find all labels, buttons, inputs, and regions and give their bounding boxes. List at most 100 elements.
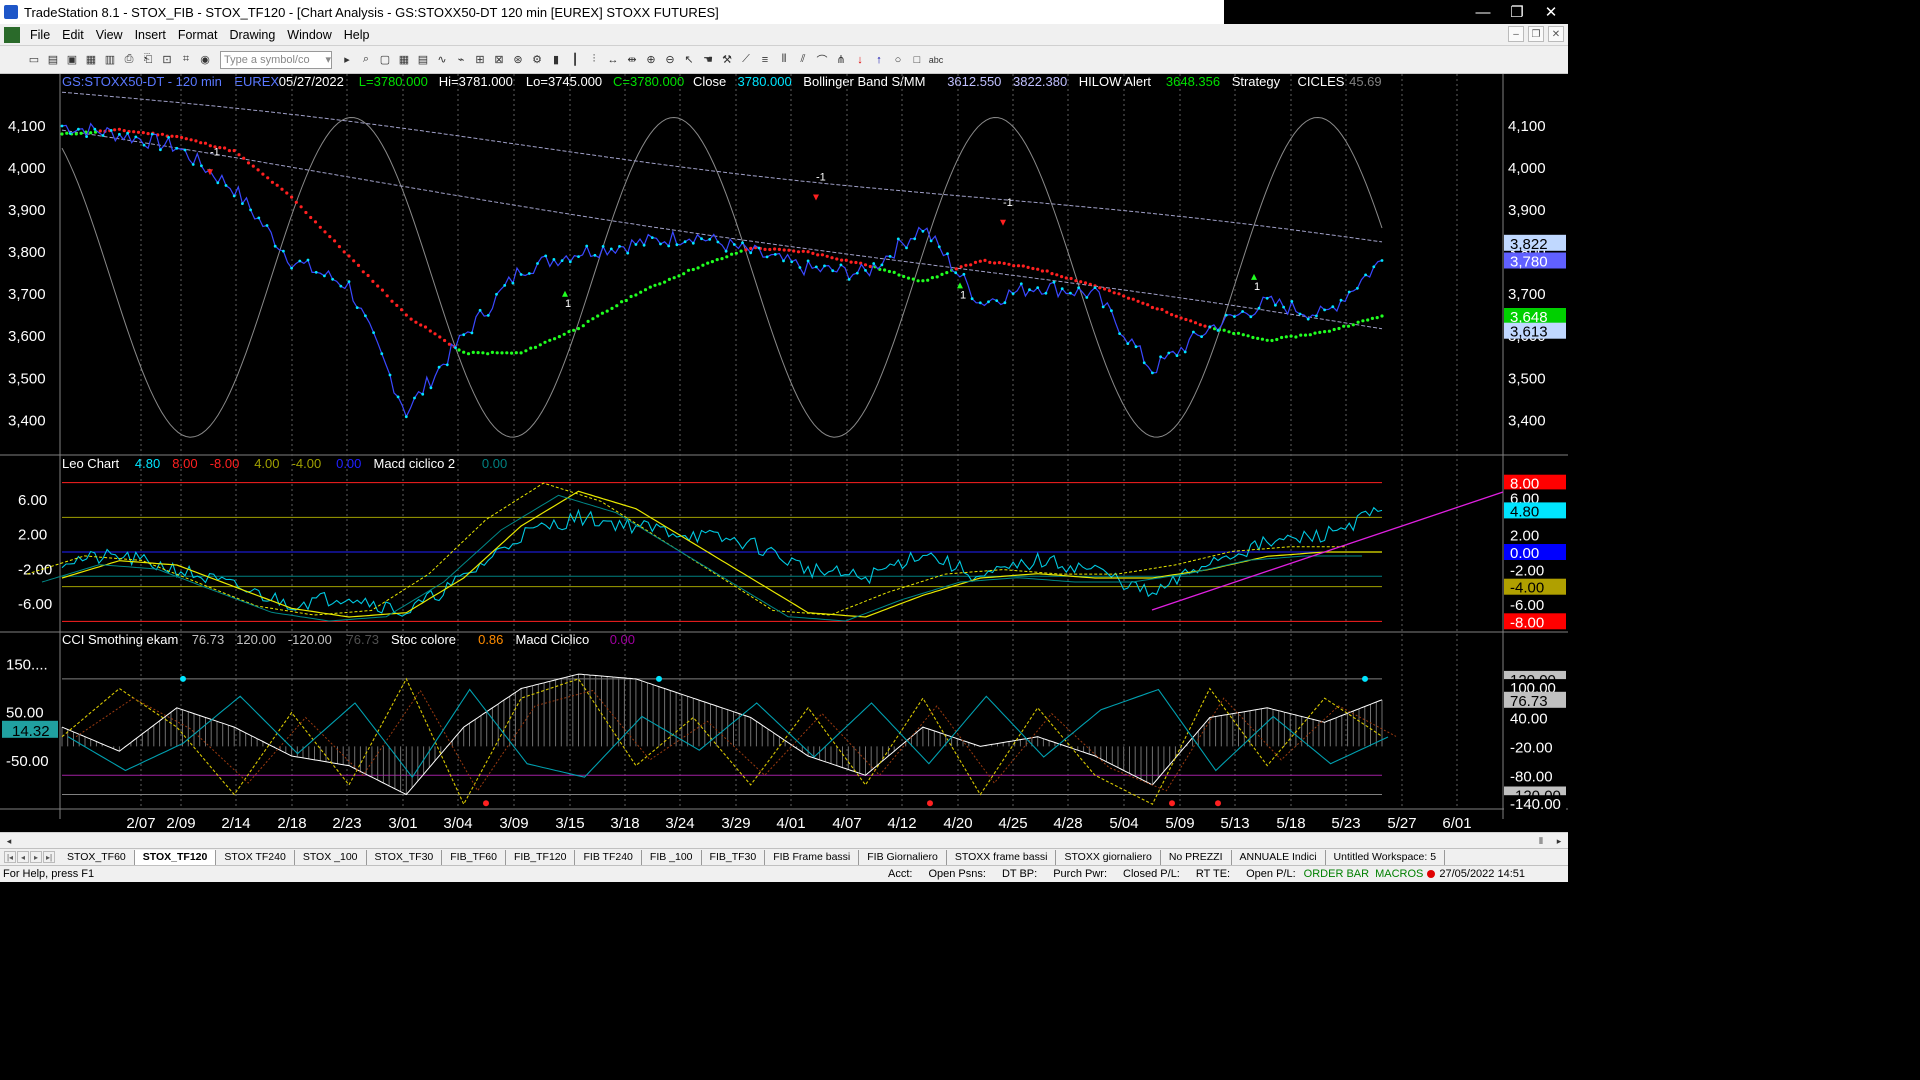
- rectangle-icon[interactable]: □: [909, 52, 925, 68]
- save-icon[interactable]: ▣: [64, 52, 80, 68]
- menu-drawing[interactable]: Drawing: [223, 28, 281, 42]
- wave-icon[interactable]: ∿: [434, 52, 450, 68]
- close-button[interactable]: ✕: [1534, 0, 1568, 24]
- zoom-out-icon[interactable]: ⊖: [662, 52, 678, 68]
- menu-window[interactable]: Window: [281, 28, 337, 42]
- macros-button[interactable]: MACROS: [1375, 868, 1423, 880]
- find-icon[interactable]: ⌕: [358, 52, 374, 68]
- horizontal-scrollbar[interactable]: ◂ ⦀ ▸: [0, 832, 1568, 848]
- tab-fib-tf120[interactable]: FIB_TF120: [506, 849, 576, 865]
- hilow-dot: [194, 139, 198, 143]
- expand-icon[interactable]: ↔: [605, 52, 621, 68]
- color-icon[interactable]: ◉: [197, 52, 213, 68]
- tab-fib-100[interactable]: FIB _100: [642, 849, 702, 865]
- minimize-button[interactable]: —: [1466, 0, 1500, 24]
- channel-icon[interactable]: ⫽: [795, 52, 811, 68]
- doc-minimize-button[interactable]: –: [1508, 26, 1524, 42]
- text-icon[interactable]: abc: [928, 52, 944, 68]
- scroll-left-icon[interactable]: ◂: [2, 834, 16, 848]
- tab-untitled-workspace[interactable]: Untitled Workspace: 5: [1326, 849, 1446, 865]
- tab-no-prezzi[interactable]: No PREZZI: [1161, 849, 1232, 865]
- save-all-icon[interactable]: ▦: [83, 52, 99, 68]
- open-icon[interactable]: ▤: [45, 52, 61, 68]
- arrow-up-icon[interactable]: ↑: [871, 52, 887, 68]
- scroll-grip-icon[interactable]: ⦀: [1534, 834, 1548, 848]
- tab-fib-frame-bassi[interactable]: FIB Frame bassi: [765, 849, 860, 865]
- fib-icon[interactable]: ⫴: [776, 52, 792, 68]
- symbol-input[interactable]: Type a symbol/co ▾: [220, 50, 332, 69]
- hilow-dot: [323, 230, 327, 234]
- next-tab-icon[interactable]: ▸: [30, 851, 42, 863]
- hlines-icon[interactable]: ≡: [757, 52, 773, 68]
- tab-stox-tf30[interactable]: STOX_TF30: [367, 849, 443, 865]
- grid-icon[interactable]: ▦: [396, 52, 412, 68]
- zoom-in-icon[interactable]: ⊕: [643, 52, 659, 68]
- play-icon[interactable]: ▸: [339, 52, 355, 68]
- doc-close-button[interactable]: ✕: [1548, 26, 1564, 42]
- tools-icon[interactable]: ⚒: [719, 52, 735, 68]
- hilow-dot: [538, 343, 542, 347]
- signal-icon[interactable]: ⌁: [453, 52, 469, 68]
- pitchfork-icon[interactable]: ⋔: [833, 52, 849, 68]
- tab-stoxx-frame-bassi[interactable]: STOXX frame bassi: [947, 849, 1057, 865]
- folder-icon[interactable]: ▥: [102, 52, 118, 68]
- last-tab-icon[interactable]: ▸|: [43, 851, 55, 863]
- price-label-text: 3,822: [1510, 236, 1548, 253]
- trendline-icon[interactable]: ⟋: [738, 52, 754, 68]
- close-dot: [413, 396, 416, 400]
- tab-stox-tf240[interactable]: STOX TF240: [216, 849, 295, 865]
- hilow-dot: [806, 250, 810, 254]
- bar-chart-icon[interactable]: ▮: [548, 52, 564, 68]
- tab-stoxx-giornaliero[interactable]: STOXX giornaliero: [1056, 849, 1161, 865]
- chart-svg[interactable]: GS:STOXX50-DT - 120 min EUREX 05/27/2022 L=…: [0, 74, 1568, 832]
- chart-icon[interactable]: ⌗: [178, 52, 194, 68]
- maximize-button[interactable]: ❐: [1500, 0, 1534, 24]
- new-icon[interactable]: ▭: [26, 52, 42, 68]
- order-bar-button[interactable]: ORDER BAR: [1304, 868, 1369, 880]
- ellipse-icon[interactable]: ○: [890, 52, 906, 68]
- first-tab-icon[interactable]: |◂: [4, 851, 16, 863]
- tab-fib-tf240[interactable]: FIB TF240: [575, 849, 642, 865]
- tab-annuale-indici[interactable]: ANNUALE Indici: [1232, 849, 1326, 865]
- pointer-icon[interactable]: ↖: [681, 52, 697, 68]
- tab-stox-tf120[interactable]: STOX_TF120: [134, 849, 217, 865]
- scroll-right-icon[interactable]: ▸: [1552, 834, 1566, 848]
- arc-icon[interactable]: ⌒: [814, 52, 830, 68]
- tab-fib-tf30[interactable]: FIB_TF30: [702, 849, 766, 865]
- link-icon[interactable]: ⊠: [491, 52, 507, 68]
- menu-view[interactable]: View: [90, 28, 129, 42]
- chart-area[interactable]: GS:STOXX50-DT - 120 min EUREX 05/27/2022 L=…: [0, 74, 1568, 832]
- analysis-icon[interactable]: ⊞: [472, 52, 488, 68]
- tab-stox-100[interactable]: STOX _100: [295, 849, 367, 865]
- lock-icon[interactable]: ⊡: [159, 52, 175, 68]
- doc-restore-button[interactable]: ❐: [1528, 26, 1544, 42]
- chevron-down-icon[interactable]: ▾: [325, 53, 331, 66]
- price-panel-header: GS:STOXX50-DT - 120 min EUREX 05/27/2022 L=…: [62, 74, 1382, 89]
- print-icon[interactable]: ⎙: [121, 52, 137, 68]
- menu-format[interactable]: Format: [172, 28, 224, 42]
- window-icon[interactable]: ▢: [377, 52, 393, 68]
- hilow-dot: [835, 257, 839, 261]
- settings-icon[interactable]: ⚙: [529, 52, 545, 68]
- menu-insert[interactable]: Insert: [129, 28, 172, 42]
- close-dot: [675, 243, 679, 247]
- print-preview-icon[interactable]: ⎗: [140, 52, 156, 68]
- tab-stox-tf60[interactable]: STOX_TF60: [59, 849, 135, 865]
- close-dot: [290, 266, 293, 270]
- tab-fib-tf60[interactable]: FIB_TF60: [442, 849, 506, 865]
- close-dot: [995, 299, 999, 302]
- menu-file[interactable]: File: [24, 28, 56, 42]
- hand-icon[interactable]: ☚: [700, 52, 716, 68]
- prev-tab-icon[interactable]: ◂: [17, 851, 29, 863]
- close-dot: [593, 253, 597, 257]
- menu-help[interactable]: Help: [338, 28, 376, 42]
- network-icon[interactable]: ⊛: [510, 52, 526, 68]
- tab-fib-giornaliero[interactable]: FIB Giornaliero: [859, 849, 947, 865]
- candle-icon[interactable]: ┃: [567, 52, 583, 68]
- menu-edit[interactable]: Edit: [56, 28, 90, 42]
- table-icon[interactable]: ▤: [415, 52, 431, 68]
- indicator-icon[interactable]: ⫶: [586, 52, 602, 68]
- hilow-dot: [481, 351, 485, 355]
- compress-icon[interactable]: ⇹: [624, 52, 640, 68]
- arrow-down-icon[interactable]: ↓: [852, 52, 868, 68]
